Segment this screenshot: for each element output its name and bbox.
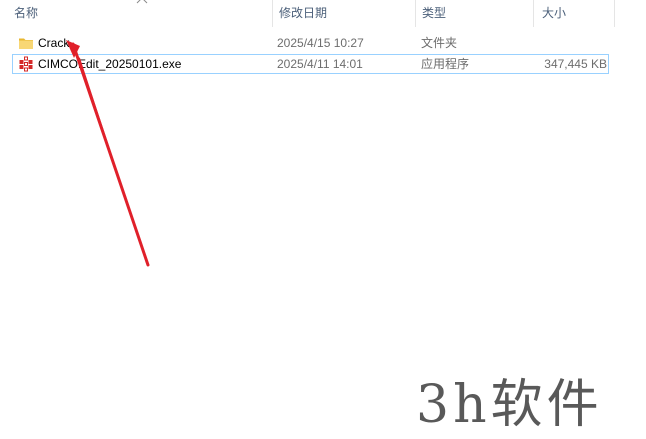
column-divider[interactable] xyxy=(614,0,615,27)
column-header-date[interactable]: 修改日期 xyxy=(275,0,415,27)
folder-icon xyxy=(19,38,33,49)
column-header-name[interactable]: 名称 xyxy=(10,0,272,27)
file-size xyxy=(541,33,607,53)
column-divider[interactable] xyxy=(415,0,416,27)
file-date: 2025/4/15 10:27 xyxy=(277,36,364,50)
file-row-cimcoedit[interactable]: CIMCOEdit_20250101.exe 2025/4/11 14:01 应… xyxy=(12,54,609,74)
column-header-bar: 名称 修改日期 类型 大小 xyxy=(0,0,646,27)
column-header-size[interactable]: 大小 xyxy=(538,0,614,27)
file-type: 文件夹 xyxy=(421,36,458,50)
file-size: 347,445 KB xyxy=(544,57,607,71)
file-name[interactable]: Crack xyxy=(38,33,69,53)
column-divider[interactable] xyxy=(272,0,273,27)
column-header-type[interactable]: 类型 xyxy=(418,0,533,27)
cimco-app-icon xyxy=(19,56,33,72)
file-date: 2025/4/11 14:01 xyxy=(277,57,363,71)
column-divider[interactable] xyxy=(533,0,534,27)
file-row-crack[interactable]: Crack 2025/4/15 10:27 文件夹 xyxy=(12,33,609,53)
site-watermark: 3h软件 xyxy=(416,375,603,435)
file-name[interactable]: CIMCOEdit_20250101.exe xyxy=(38,54,181,74)
file-type: 应用程序 xyxy=(421,57,470,71)
